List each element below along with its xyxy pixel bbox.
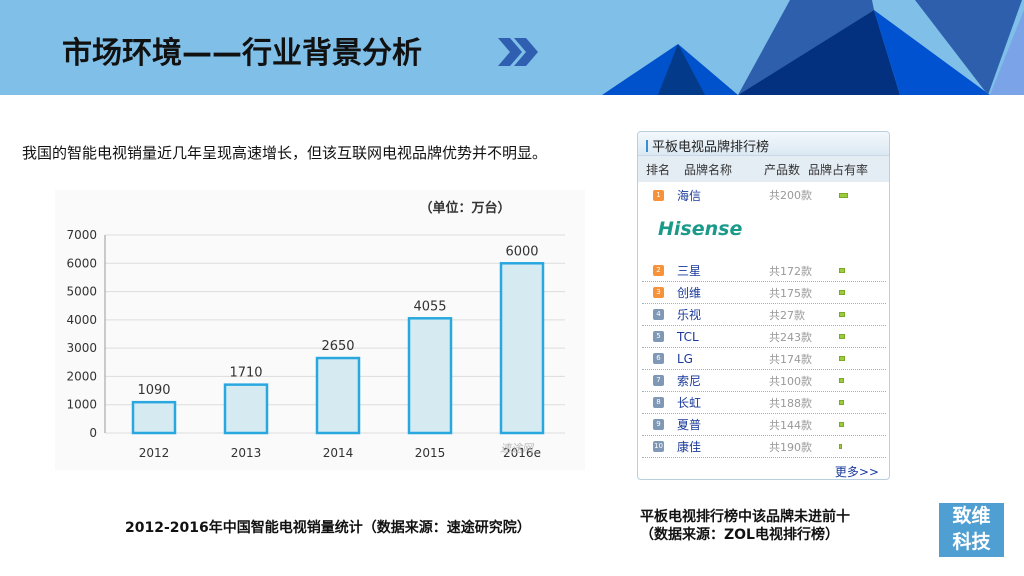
share-bar <box>839 422 844 427</box>
product-count: 共144款 <box>769 418 812 432</box>
y-tick-label: 7000 <box>66 228 97 242</box>
product-count: 共100款 <box>769 374 812 388</box>
data-label: 6000 <box>505 244 538 259</box>
ranking-row[interactable]: 5 TCL 共243款 <box>642 326 886 348</box>
product-count: 共190款 <box>769 440 812 454</box>
chart-unit-label: （单位：万台） <box>419 200 510 216</box>
y-tick-label: 4000 <box>66 313 97 327</box>
y-tick-label: 1000 <box>66 398 97 412</box>
rank-badge: 8 <box>653 397 664 408</box>
sales-bar-chart: （单位：万台） 0 1000 2000 3000 4000 5000 6000 7000 109… <box>55 190 585 470</box>
product-count: 共172款 <box>769 264 812 278</box>
x-tick-label: 2014 <box>323 446 354 460</box>
data-label: 2650 <box>321 339 354 354</box>
ranking-row[interactable]: 7 索尼 共100款 <box>642 370 886 392</box>
brand-name[interactable]: 创维 <box>677 284 701 301</box>
product-count: 共243款 <box>769 330 812 344</box>
share-bar <box>839 312 845 317</box>
share-bar <box>839 400 844 405</box>
hisense-logo: Hisense <box>658 218 743 240</box>
ranking-row[interactable]: 10 康佳 共190款 <box>642 436 886 458</box>
bar <box>223 383 269 435</box>
x-tick-label: 2012 <box>139 446 170 460</box>
rank-badge: 4 <box>653 309 664 320</box>
ranking-row[interactable]: 6 LG 共174款 <box>642 348 886 370</box>
y-tick-label: 0 <box>89 426 97 440</box>
share-bar <box>839 192 848 198</box>
brand-name[interactable]: 夏普 <box>677 416 701 433</box>
brand-name[interactable]: 康佳 <box>677 438 701 455</box>
ranking-row[interactable]: 9 夏普 共144款 <box>642 414 886 436</box>
brand-name[interactable]: 三星 <box>677 262 701 279</box>
product-count: 共27款 <box>769 308 805 322</box>
brand-name[interactable]: TCL <box>677 330 699 344</box>
share-bar <box>839 268 845 273</box>
y-tick-label: 5000 <box>66 285 97 299</box>
product-count: 共188款 <box>769 396 812 410</box>
rank-badge: 7 <box>653 375 664 386</box>
ranking-caption-1: 平板电视排行榜中该品牌未进前十 <box>640 509 850 525</box>
y-tick-label: 6000 <box>66 256 97 270</box>
more-link[interactable]: 更多>> <box>835 463 879 479</box>
ranking-row[interactable]: 2 三星 共172款 <box>642 260 886 282</box>
data-label: 1710 <box>229 366 262 381</box>
rank-badge: 10 <box>653 441 664 452</box>
chart-caption: 2012-2016年中国智能电视销量统计（数据来源：速途研究院） <box>125 520 531 536</box>
data-label: 4055 <box>413 299 446 314</box>
rank-badge: 5 <box>653 331 664 342</box>
rank-badge: 2 <box>653 265 664 276</box>
y-tick-label: 2000 <box>66 369 97 383</box>
ranking-row[interactable]: 1 海信 共200款 <box>642 184 886 206</box>
bar <box>407 317 453 435</box>
ranking-caption-2: （数据来源：ZOL电视排行榜） <box>640 527 839 543</box>
bar <box>499 262 545 435</box>
brand-name[interactable]: 乐视 <box>677 306 701 323</box>
brand-name[interactable]: LG <box>677 352 693 366</box>
brand-name[interactable]: 索尼 <box>677 372 701 389</box>
product-count: 共175款 <box>769 286 812 300</box>
share-bar <box>839 378 844 383</box>
page-title: 市场环境——行业背景分析 <box>62 36 422 71</box>
share-bar <box>839 356 845 361</box>
bar <box>315 356 361 435</box>
ranking-row[interactable]: 3 创维 共175款 <box>642 282 886 304</box>
ranking-row[interactable]: 4 乐视 共27款 <box>642 304 886 326</box>
intro-text: 我国的智能电视销量近几年呈现高速增长，但该互联网电视品牌优势并不明显。 <box>22 144 548 162</box>
bar <box>131 400 177 435</box>
share-bar <box>839 290 845 295</box>
brand-name[interactable]: 海信 <box>677 187 701 204</box>
data-label: 1090 <box>137 383 170 398</box>
brand-name[interactable]: 长虹 <box>677 394 701 411</box>
rank-badge: 6 <box>653 353 664 364</box>
chart-watermark: 速途网 <box>500 442 535 455</box>
x-tick-label: 2013 <box>231 446 262 460</box>
y-tick-label: 3000 <box>66 341 97 355</box>
x-tick-label: 2015 <box>415 446 446 460</box>
rank-badge: 3 <box>653 287 664 298</box>
ranking-header-row: 排名 品牌名称 产品数 品牌占有率 <box>638 156 889 182</box>
share-bar <box>839 334 845 339</box>
product-count: 共174款 <box>769 352 812 366</box>
rank-badge: 9 <box>653 419 664 430</box>
ranking-row[interactable]: 8 长虹 共188款 <box>642 392 886 414</box>
rank-badge: 1 <box>653 189 664 201</box>
product-count: 共200款 <box>769 189 812 202</box>
ranking-panel: 平板电视品牌排行榜 排名 品牌名称 产品数 品牌占有率 1 海信 共200款 2… <box>637 131 890 480</box>
share-bar <box>839 444 842 449</box>
company-logo: 致维 科技 <box>939 503 1004 557</box>
ranking-title: 平板电视品牌排行榜 <box>638 132 889 156</box>
